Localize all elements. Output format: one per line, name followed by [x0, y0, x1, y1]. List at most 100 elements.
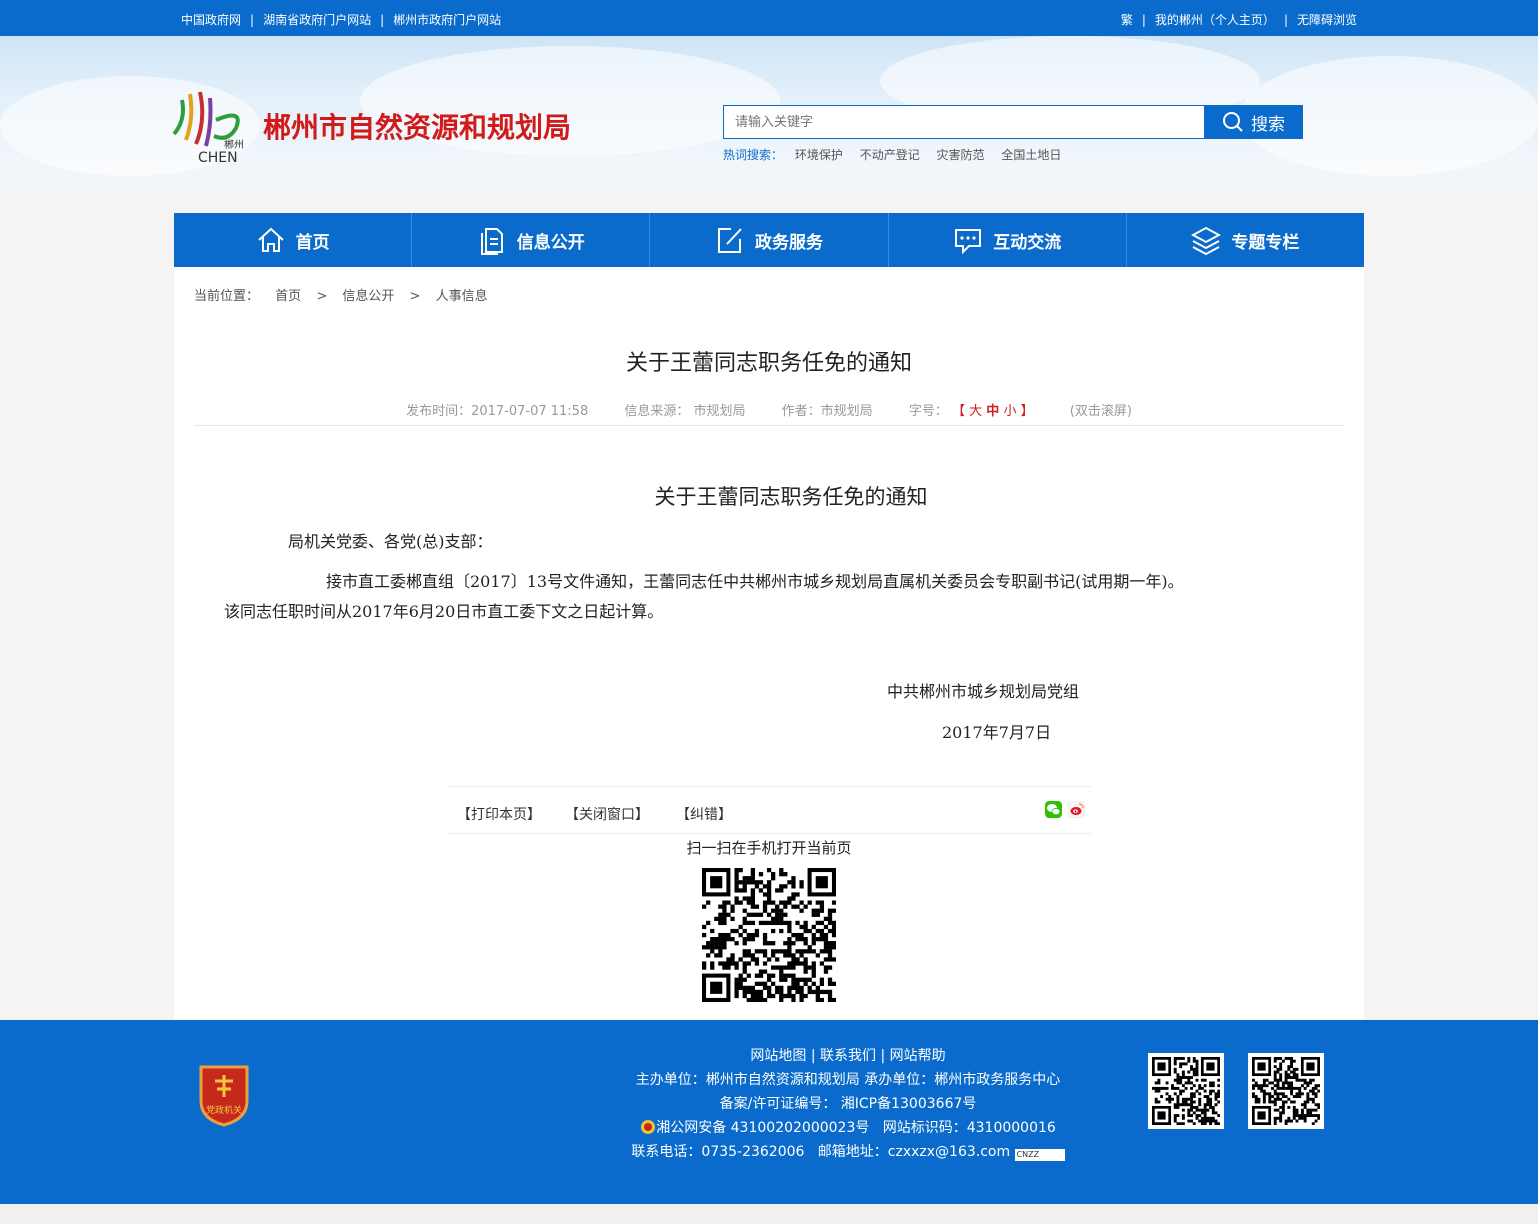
scan-label: 扫一扫在手机打开当前页: [686, 839, 852, 857]
breadcrumb-home[interactable]: 首页: [275, 289, 301, 304]
separator: |: [380, 13, 385, 27]
icp-info[interactable]: 备案/许可证编号： 湘ICP备13003667号: [630, 1092, 1066, 1116]
sponsor-info: 主办单位：郴州市自然资源和规划局 承办单位：郴州市政务服务中心: [635, 1072, 1061, 1088]
nav-home-label: 首页: [295, 232, 330, 253]
search-button[interactable]: 搜索: [1204, 105, 1303, 139]
hot-search: 热词搜索： 环境保护 不动产登记 灾害防范 全国土地日: [723, 146, 1074, 163]
site-title: 郴州市自然资源和规划局: [263, 111, 572, 144]
link-hunan-gov[interactable]: 湖南省政府门户网站: [263, 13, 371, 27]
nav-special[interactable]: 专题专栏: [1127, 213, 1364, 267]
logo-text-en: CHEN: [198, 150, 238, 164]
layers-icon: [1191, 226, 1222, 255]
hot-keyword[interactable]: 环境保护: [795, 148, 843, 162]
page-title: 关于王蕾同志职务任免的通知: [625, 351, 912, 376]
breadcrumb-label: 当前位置：: [194, 289, 260, 304]
breadcrumb-separator: >: [316, 289, 328, 304]
breadcrumb-separator: >: [409, 289, 421, 304]
footer-qr-code: [1248, 1053, 1324, 1129]
site-map-link[interactable]: 网站地图: [750, 1048, 806, 1064]
nav-special-label: 专题专栏: [1231, 232, 1300, 253]
article-paragraph-line: 接市直工委郴直组〔2017〕13号文件通知，王蕾同志任中共郴州市城乡规划局直属机…: [326, 572, 1184, 591]
chat-icon: [955, 229, 982, 255]
article-salutation: 局机关党委、各党(总)支部：: [288, 532, 493, 551]
article-tools: 【打印本页】 【关闭窗口】 【纠错】: [447, 786, 1091, 834]
qr-code-image: [1152, 1057, 1221, 1126]
footer-qr-code: [1148, 1053, 1224, 1129]
bracket: 】: [1020, 404, 1034, 419]
font-medium-button[interactable]: 中: [986, 404, 999, 419]
cnzz-stat-icon[interactable]: CNZZ: [1014, 1149, 1065, 1161]
nav-gov-service[interactable]: 政务服务: [650, 213, 889, 267]
correct-button[interactable]: 【纠错】: [676, 804, 732, 824]
nav-info-public[interactable]: 信息公开: [412, 213, 651, 267]
footer: 党政机关 网站地图 | 联系我们 | 网站帮助 主办单位：郴州市自然资源和规划局…: [0, 1020, 1538, 1204]
document-icon: [480, 228, 503, 255]
email: 邮箱地址：czxxzx@163.com: [817, 1144, 1011, 1160]
footer-links: 网站地图 | 联系我们 | 网站帮助: [750, 1048, 946, 1064]
qr-code-image: [1252, 1057, 1321, 1126]
article-paragraph-line: 该同志任职时间从2017年6月20日市直工委下文之日起计算。: [224, 602, 664, 621]
home-icon: [257, 227, 284, 252]
search-button-label: 搜索: [1251, 114, 1285, 135]
police-record[interactable]: 湘公网安备 43100202000023号: [656, 1120, 869, 1136]
police-info: 湘公网安备 43100202000023号 网站标识码：4310000016: [630, 1116, 1066, 1140]
site-code: 网站标识码：4310000016: [882, 1120, 1056, 1136]
separator: |: [1283, 13, 1288, 27]
wechat-icon[interactable]: [1045, 801, 1062, 818]
hot-keyword[interactable]: 全国土地日: [1001, 148, 1061, 162]
publish-time: 发布时间：2017-07-07 11:58: [406, 404, 589, 419]
search-input[interactable]: [723, 105, 1205, 139]
nav-gov-service-label: 政务服务: [755, 232, 823, 253]
breadcrumb: 当前位置： 首页 > 信息公开 > 人事信息: [194, 285, 488, 304]
site-logo[interactable]: 郴州 CHEN: [166, 90, 250, 164]
hot-keyword[interactable]: 不动产登记: [860, 148, 920, 162]
print-button[interactable]: 【打印本页】: [457, 804, 541, 824]
phone: 联系电话：0735-2362006: [631, 1144, 805, 1160]
top-bar: 中国政府网 | 湖南省政府门户网站 | 郴州市政府门户网站 繁 | 我的郴州（个人主页） | 无…: [0, 0, 1538, 36]
weibo-icon[interactable]: [1068, 801, 1085, 818]
article-body-title: 关于王蕾同志职务任免的通知: [654, 485, 928, 509]
separator: |: [250, 13, 255, 27]
content-panel: 当前位置： 首页 > 信息公开 > 人事信息 关于王蕾同志职务任免的通知 发布时…: [174, 267, 1364, 1020]
close-window-button[interactable]: 【关闭窗口】: [565, 804, 649, 824]
site-help-link[interactable]: 网站帮助: [890, 1048, 946, 1064]
font-large-button[interactable]: 大: [969, 404, 982, 419]
article-signature: 中共郴州市城乡规划局党组: [887, 682, 1080, 701]
article-date: 2017年7月7日: [942, 723, 1052, 742]
police-badge-icon: [641, 1120, 656, 1134]
separator: |: [1141, 13, 1146, 27]
page-bottom: [0, 1204, 1538, 1224]
search-icon: [1223, 112, 1243, 132]
font-size-switch: 字号： 【 大 中 小 】: [909, 404, 1034, 419]
badge-text: 党政机关: [206, 1104, 242, 1116]
user-links: 繁 | 我的郴州（个人主页） | 无障碍浏览: [1121, 11, 1357, 28]
info-source: 信息来源： 市规划局: [624, 404, 746, 419]
party-gov-badge-icon[interactable]: 党政机关: [197, 1063, 251, 1127]
bracket: 【: [951, 404, 965, 419]
article-meta: 发布时间：2017-07-07 11:58 信息来源： 市规划局 作者：市规划局…: [174, 400, 1364, 419]
font-small-button[interactable]: 小: [1003, 404, 1016, 419]
nav-interaction[interactable]: 互动交流: [889, 213, 1127, 267]
contact-info: 联系电话：0735-2362006 邮箱地址：czxxzx@163.com CN…: [630, 1140, 1066, 1164]
contact-us-link[interactable]: 联系我们: [820, 1048, 876, 1064]
breadcrumb-personnel[interactable]: 人事信息: [436, 289, 488, 304]
traditional-chinese-link[interactable]: 繁: [1121, 13, 1133, 27]
link-china-gov[interactable]: 中国政府网: [181, 13, 241, 27]
nav-interaction-label: 互动交流: [993, 232, 1062, 253]
search-box: 搜索: [723, 105, 1303, 139]
nav-info-public-label: 信息公开: [516, 232, 585, 253]
gov-links: 中国政府网 | 湖南省政府门户网站 | 郴州市政府门户网站: [181, 11, 501, 28]
my-chenzhou-link[interactable]: 我的郴州（个人主页）: [1155, 13, 1275, 27]
nav-home[interactable]: 首页: [174, 213, 413, 267]
breadcrumb-info-public[interactable]: 信息公开: [342, 289, 394, 304]
edit-icon: [718, 228, 742, 253]
footer-info: 网站地图 | 联系我们 | 网站帮助 主办单位：郴州市自然资源和规划局 承办单位…: [630, 1044, 1066, 1164]
accessibility-link[interactable]: 无障碍浏览: [1297, 13, 1357, 27]
link-chenzhou-gov[interactable]: 郴州市政府门户网站: [393, 13, 501, 27]
hot-keyword[interactable]: 灾害防范: [937, 148, 985, 162]
author: 作者：市规划局: [781, 404, 873, 419]
hot-search-label: 热词搜索：: [723, 148, 784, 162]
divider: [194, 425, 1344, 426]
font-size-label: 字号：: [908, 404, 948, 419]
double-click-scroll[interactable]: (双击滚屏): [1070, 404, 1132, 419]
